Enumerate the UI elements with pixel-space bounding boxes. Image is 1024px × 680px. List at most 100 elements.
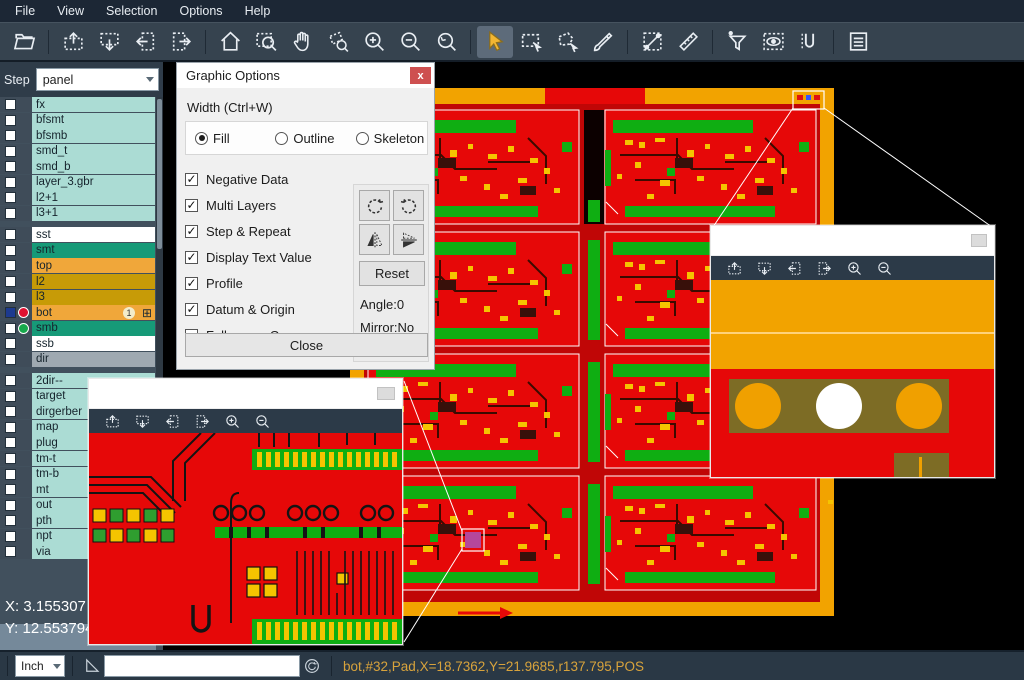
layer-label[interactable]: layer_3.gbr: [32, 175, 155, 190]
shift-up[interactable]: [719, 258, 749, 278]
window-button[interactable]: [377, 387, 395, 400]
checkbox-icon[interactable]: ✓: [185, 173, 198, 186]
layer-visibility-checkbox[interactable]: [5, 354, 16, 365]
dialog-title-bar[interactable]: Graphic Options x: [177, 63, 434, 88]
layer-label[interactable]: smb: [32, 321, 155, 336]
shift-right[interactable]: [163, 26, 199, 58]
layer-visibility-checkbox[interactable]: [5, 338, 16, 349]
ruler[interactable]: [670, 26, 706, 58]
layer-label[interactable]: ssb: [32, 336, 155, 351]
zoom-in[interactable]: [217, 411, 247, 431]
pan-tool[interactable]: [284, 26, 320, 58]
layer-row[interactable]: l3+1: [0, 206, 163, 221]
layer-visibility-checkbox[interactable]: [5, 115, 16, 126]
polygon-select[interactable]: [549, 26, 585, 58]
layer-visibility-checkbox[interactable]: [5, 177, 16, 188]
view-options[interactable]: [755, 26, 791, 58]
zoom-out[interactable]: [869, 258, 899, 278]
menu-item[interactable]: Help: [234, 1, 282, 21]
rotate-cw-button[interactable]: [359, 190, 390, 221]
zoom-out[interactable]: [392, 26, 428, 58]
layer-label[interactable]: l3+1: [32, 206, 155, 221]
layer-label[interactable]: dir: [32, 352, 155, 367]
checkbox-icon[interactable]: ✓: [185, 199, 198, 212]
snap[interactable]: [791, 26, 827, 58]
magnified-pcb-view[interactable]: [711, 280, 994, 482]
magnifier-window-left[interactable]: [88, 378, 403, 645]
zoom-window[interactable]: [248, 26, 284, 58]
layer-row[interactable]: layer_3.gbr: [0, 175, 163, 190]
layer-visibility-checkbox[interactable]: [5, 437, 16, 448]
close-button[interactable]: Close: [185, 333, 428, 357]
layer-visibility-checkbox[interactable]: [5, 146, 16, 157]
brush-select[interactable]: [585, 26, 621, 58]
zoom-previous[interactable]: [428, 26, 464, 58]
layer-label[interactable]: bfsmt: [32, 113, 155, 128]
layer-visibility-checkbox[interactable]: [5, 323, 16, 334]
layer-visibility-checkbox[interactable]: [5, 307, 16, 318]
dialog-checkbox-row[interactable]: ✓ Step & Repeat: [185, 218, 312, 244]
report[interactable]: [840, 26, 876, 58]
layer-visibility-checkbox[interactable]: [5, 208, 16, 219]
zoom-out[interactable]: [247, 411, 277, 431]
layer-row[interactable]: sst: [0, 227, 163, 242]
layer-row[interactable]: top: [0, 258, 163, 273]
layer-visibility-checkbox[interactable]: [5, 229, 16, 240]
shift-right[interactable]: [187, 411, 217, 431]
layer-label[interactable]: fx: [32, 97, 155, 112]
layer-label[interactable]: l3: [32, 290, 155, 305]
shift-down[interactable]: [91, 26, 127, 58]
refresh-icon[interactable]: [300, 657, 324, 675]
layer-visibility-checkbox[interactable]: [5, 453, 16, 464]
layer-visibility-checkbox[interactable]: [5, 375, 16, 386]
layer-row[interactable]: smd_b: [0, 159, 163, 174]
shift-left[interactable]: [157, 411, 187, 431]
layer-visibility-checkbox[interactable]: [5, 546, 16, 557]
zoom-in[interactable]: [356, 26, 392, 58]
shift-down[interactable]: [749, 258, 779, 278]
open-file[interactable]: [6, 26, 42, 58]
menu-item[interactable]: Options: [168, 1, 233, 21]
dialog-checkbox-row[interactable]: ✓ Datum & Origin: [185, 296, 312, 322]
shift-left[interactable]: [779, 258, 809, 278]
unit-combo[interactable]: Inch: [15, 655, 65, 677]
checkbox-icon[interactable]: ✓: [185, 251, 198, 264]
layer-visibility-checkbox[interactable]: [5, 276, 16, 287]
layer-visibility-checkbox[interactable]: [5, 260, 16, 271]
menu-item[interactable]: View: [46, 1, 95, 21]
layer-label[interactable]: smd_b: [32, 159, 155, 174]
shift-down[interactable]: [127, 411, 157, 431]
close-icon[interactable]: x: [410, 67, 431, 84]
layer-visibility-checkbox[interactable]: [5, 245, 16, 256]
layer-row[interactable]: dir: [0, 352, 163, 367]
reset-button[interactable]: Reset: [359, 261, 425, 286]
dialog-checkbox-row[interactable]: ✓ Multi Layers: [185, 192, 312, 218]
fill-mode-radio[interactable]: Outline: [275, 131, 346, 146]
window-button[interactable]: [971, 234, 987, 247]
shift-left[interactable]: [127, 26, 163, 58]
zoom-in[interactable]: [839, 258, 869, 278]
zoom-polygon[interactable]: [320, 26, 356, 58]
shift-up[interactable]: [97, 411, 127, 431]
zoom-home[interactable]: [212, 26, 248, 58]
layer-visibility-checkbox[interactable]: [5, 406, 16, 417]
layer-label[interactable]: smd_t: [32, 144, 155, 159]
layer-row[interactable]: smt: [0, 243, 163, 258]
layer-visibility-checkbox[interactable]: [5, 161, 16, 172]
window-title-bar[interactable]: [89, 379, 402, 409]
checkbox-icon[interactable]: ✓: [185, 303, 198, 316]
layer-visibility-checkbox[interactable]: [5, 292, 16, 303]
layer-visibility-checkbox[interactable]: [5, 515, 16, 526]
shift-right[interactable]: [809, 258, 839, 278]
dialog-checkbox-row[interactable]: ✓ Profile: [185, 270, 312, 296]
rect-select[interactable]: [513, 26, 549, 58]
layer-row[interactable]: bot 1 ⊞: [0, 305, 163, 320]
measure-distance[interactable]: [634, 26, 670, 58]
layer-visibility-checkbox[interactable]: [5, 130, 16, 141]
step-combo[interactable]: panel: [36, 68, 159, 91]
window-title-bar[interactable]: [711, 226, 994, 256]
layer-row[interactable]: smb: [0, 321, 163, 336]
fill-mode-radio[interactable]: Fill: [195, 131, 266, 146]
layer-row[interactable]: bfsmb: [0, 128, 163, 143]
select-tool[interactable]: [477, 26, 513, 58]
